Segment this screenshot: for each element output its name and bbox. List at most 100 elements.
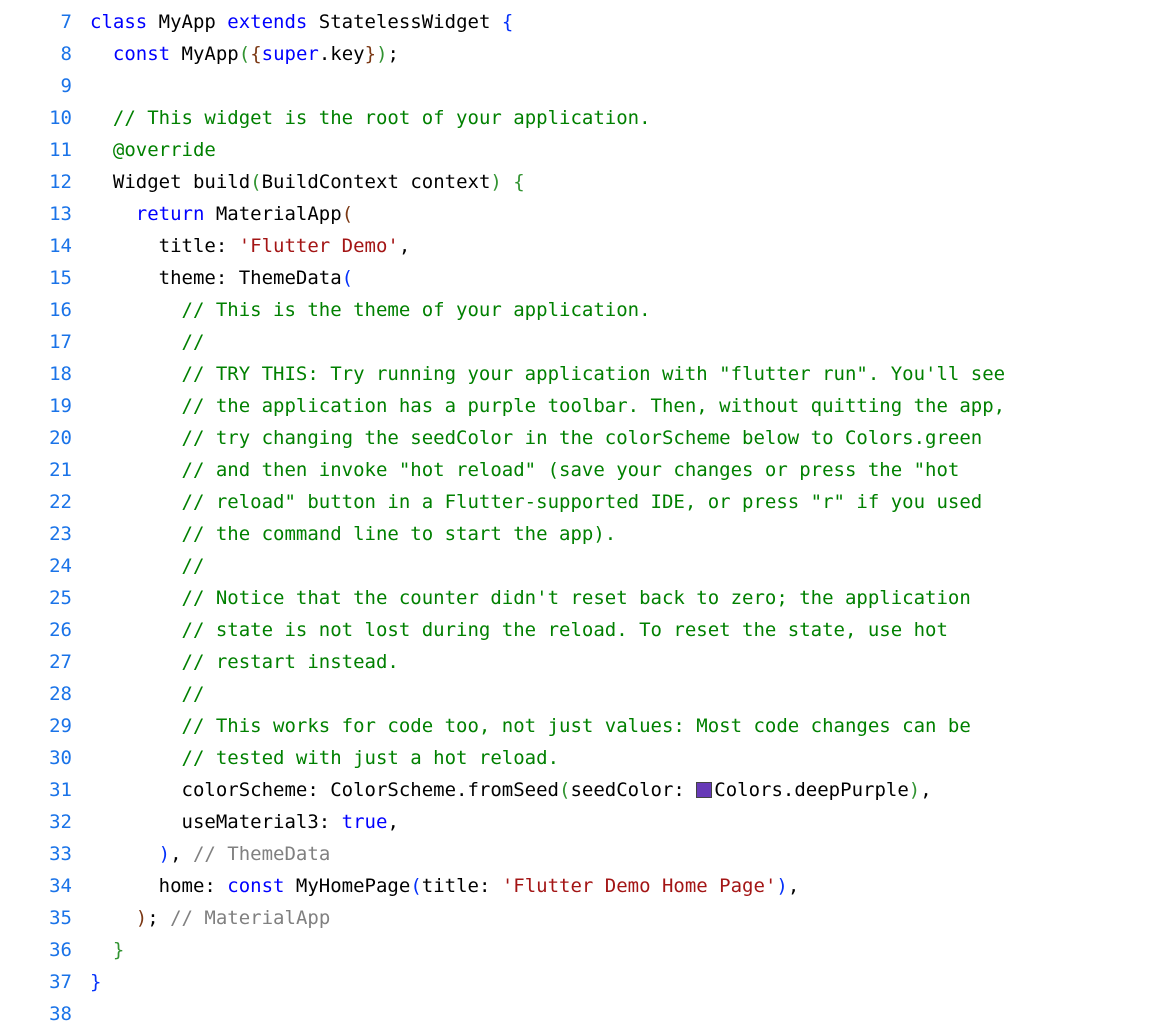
code-token: }: [113, 939, 124, 961]
code-token: ): [159, 843, 170, 865]
code-line[interactable]: theme: ThemeData(: [90, 262, 1162, 294]
code-token: MyApp: [182, 43, 239, 65]
line-number: 28: [0, 678, 72, 710]
code-area[interactable]: class MyApp extends StatelessWidget { co…: [90, 0, 1162, 1030]
code-token: colorScheme: ColorScheme.fromSeed: [90, 779, 559, 801]
code-token: }: [365, 43, 376, 65]
code-line[interactable]: // the command line to start the app).: [90, 518, 1162, 550]
code-line[interactable]: home: const MyHomePage(title: 'Flutter D…: [90, 870, 1162, 902]
line-number: 25: [0, 582, 72, 614]
code-line[interactable]: // Notice that the counter didn't reset …: [90, 582, 1162, 614]
code-token: // try changing the seedColor in the col…: [182, 427, 983, 449]
code-line[interactable]: // and then invoke "hot reload" (save yo…: [90, 454, 1162, 486]
code-token: Widget build: [90, 171, 250, 193]
code-line[interactable]: [90, 998, 1162, 1030]
code-token: MyApp: [159, 11, 228, 33]
line-number: 19: [0, 390, 72, 422]
code-line[interactable]: //: [90, 326, 1162, 358]
code-token: {: [513, 171, 524, 193]
code-token: seedColor:: [570, 779, 696, 801]
code-line[interactable]: class MyApp extends StatelessWidget {: [90, 6, 1162, 38]
code-token: // the application has a purple toolbar.…: [182, 395, 1006, 417]
code-token: extends: [227, 11, 319, 33]
code-token: [90, 491, 182, 513]
code-line[interactable]: // try changing the seedColor in the col…: [90, 422, 1162, 454]
code-line[interactable]: // tested with just a hot reload.: [90, 742, 1162, 774]
code-line[interactable]: // restart instead.: [90, 646, 1162, 678]
line-number: 8: [0, 38, 72, 70]
code-line[interactable]: Widget build(BuildContext context) {: [90, 166, 1162, 198]
code-line[interactable]: // TRY THIS: Try running your applicatio…: [90, 358, 1162, 390]
code-token: ,: [170, 843, 193, 865]
code-token: // the command line to start the app).: [182, 523, 617, 545]
code-token: [90, 363, 182, 385]
code-token: {: [250, 43, 261, 65]
code-token: [90, 555, 182, 577]
code-line[interactable]: [90, 70, 1162, 102]
line-number: 27: [0, 646, 72, 678]
code-token: [90, 715, 182, 737]
line-number: 23: [0, 518, 72, 550]
code-token: theme: ThemeData: [90, 267, 342, 289]
code-token: [90, 107, 113, 129]
code-token: // reload" button in a Flutter-supported…: [182, 491, 983, 513]
code-token: home:: [90, 875, 227, 897]
code-token: // Notice that the counter didn't reset …: [182, 587, 971, 609]
code-token: ): [490, 171, 501, 193]
code-token: }: [90, 971, 101, 993]
code-token: [90, 907, 136, 929]
code-token: // This is the theme of your application…: [182, 299, 651, 321]
line-number: 38: [0, 998, 72, 1030]
code-line[interactable]: // This works for code too, not just val…: [90, 710, 1162, 742]
code-token: //: [182, 555, 205, 577]
line-number: 17: [0, 326, 72, 358]
code-token: 'Flutter Demo': [239, 235, 399, 257]
code-line[interactable]: title: 'Flutter Demo',: [90, 230, 1162, 262]
code-token: ): [909, 779, 920, 801]
code-token: [90, 43, 113, 65]
code-token: (: [342, 203, 353, 225]
code-token: [90, 843, 159, 865]
code-token: //: [182, 331, 205, 353]
code-line[interactable]: @override: [90, 134, 1162, 166]
code-token: // restart instead.: [182, 651, 399, 673]
line-number: 30: [0, 742, 72, 774]
code-token: [90, 427, 182, 449]
code-line[interactable]: const MyApp({super.key});: [90, 38, 1162, 70]
line-number: 13: [0, 198, 72, 230]
code-token: [90, 587, 182, 609]
code-line[interactable]: ); // MaterialApp: [90, 902, 1162, 934]
code-line[interactable]: //: [90, 678, 1162, 710]
code-token: ,: [387, 811, 398, 833]
line-number: 33: [0, 838, 72, 870]
code-token: // state is not lost during the reload. …: [182, 619, 948, 641]
code-line[interactable]: }: [90, 934, 1162, 966]
code-token: // ThemeData: [193, 843, 330, 865]
code-line[interactable]: ), // ThemeData: [90, 838, 1162, 870]
code-token: [90, 299, 182, 321]
code-line[interactable]: // state is not lost during the reload. …: [90, 614, 1162, 646]
code-line[interactable]: colorScheme: ColorScheme.fromSeed(seedCo…: [90, 774, 1162, 806]
code-token: ;: [388, 43, 399, 65]
code-token: super: [262, 43, 319, 65]
code-line[interactable]: // reload" button in a Flutter-supported…: [90, 486, 1162, 518]
code-token: [90, 651, 182, 673]
line-number: 11: [0, 134, 72, 166]
line-number: 34: [0, 870, 72, 902]
code-editor[interactable]: 7891011121314151617181920212223242526272…: [0, 0, 1162, 1030]
code-token: // This widget is the root of your appli…: [113, 107, 651, 129]
line-number: 12: [0, 166, 72, 198]
line-number: 35: [0, 902, 72, 934]
code-line[interactable]: return MaterialApp(: [90, 198, 1162, 230]
code-token: const: [113, 43, 182, 65]
line-number: 29: [0, 710, 72, 742]
code-token: // This works for code too, not just val…: [182, 715, 971, 737]
code-line[interactable]: }: [90, 966, 1162, 998]
code-line[interactable]: // This is the theme of your application…: [90, 294, 1162, 326]
line-number-gutter: 7891011121314151617181920212223242526272…: [0, 0, 90, 1030]
code-line[interactable]: // This widget is the root of your appli…: [90, 102, 1162, 134]
code-token: 'Flutter Demo Home Page': [502, 875, 777, 897]
code-line[interactable]: useMaterial3: true,: [90, 806, 1162, 838]
code-line[interactable]: //: [90, 550, 1162, 582]
code-line[interactable]: // the application has a purple toolbar.…: [90, 390, 1162, 422]
